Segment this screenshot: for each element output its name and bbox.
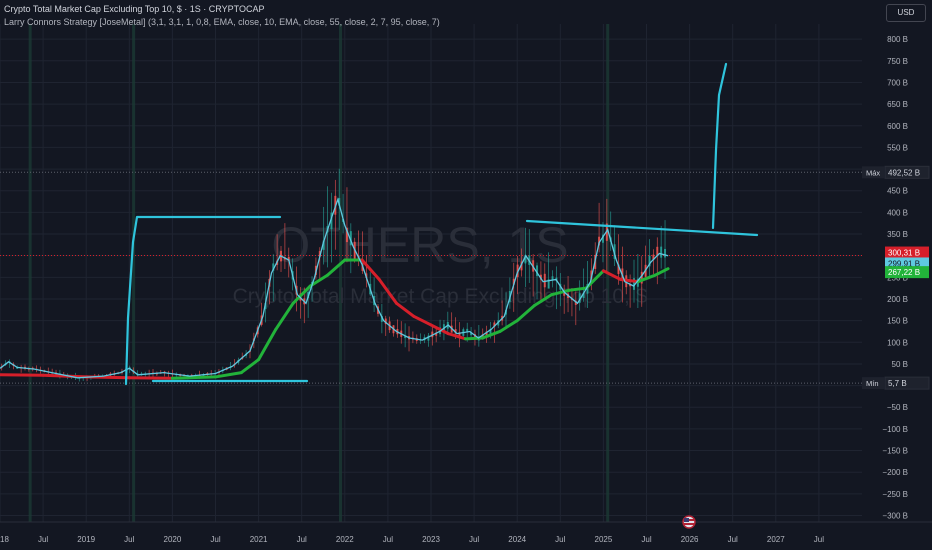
candle-body — [543, 273, 546, 288]
x-tick-label: 2022 — [336, 535, 354, 544]
y-tick-label: 200 B — [887, 295, 908, 304]
y-tick-label: 750 B — [887, 57, 908, 66]
y-tick-label: 800 B — [887, 35, 908, 44]
signal-column — [132, 24, 136, 522]
y-tick-label: 550 B — [887, 143, 908, 152]
ema-slow-label: 267,22 B — [888, 268, 920, 277]
chart-root: OTHERS, 1S Crypto Total Market Cap Exclud… — [0, 0, 932, 550]
event-flag-canton — [684, 518, 689, 522]
x-tick-label: Jul — [555, 535, 565, 544]
y-tick-label: 650 B — [887, 100, 908, 109]
y-tick-label: 700 B — [887, 78, 908, 87]
price-chart[interactable]: OTHERS, 1SCrypto Total Market Cap Exclud… — [0, 0, 932, 550]
y-tick-label: 100 B — [887, 338, 908, 347]
max-label-tag: Máx — [866, 168, 880, 177]
y-tick-label: 150 B — [887, 317, 908, 326]
y-tick-label: 450 B — [887, 187, 908, 196]
current-price-label: 300,31 B — [888, 249, 920, 258]
x-tick-label: 2023 — [422, 535, 440, 544]
min-label-tag: Mín — [866, 379, 879, 388]
ema-slow-segment — [463, 336, 485, 341]
y-tick-label: −300 B — [882, 512, 908, 521]
x-tick-label: Jul — [814, 535, 824, 544]
chart-header: Crypto Total Market Cap Excluding Top 10… — [4, 3, 440, 29]
y-tick-label: 400 B — [887, 208, 908, 217]
max-label: 492,52 B — [888, 168, 920, 177]
signal-column — [28, 24, 32, 522]
x-tick-label: 2027 — [767, 535, 785, 544]
x-tick-label: 2018 — [0, 535, 9, 544]
x-tick-label: Jul — [124, 535, 134, 544]
y-tick-label: 50 B — [892, 360, 908, 369]
x-tick-label: 2019 — [77, 535, 95, 544]
x-tick-label: Jul — [728, 535, 738, 544]
y-tick-label: −150 B — [882, 447, 908, 456]
x-tick-label: 2024 — [508, 535, 526, 544]
y-tick-label: −100 B — [882, 425, 908, 434]
signal-column — [338, 24, 342, 522]
y-tick-label: −50 B — [887, 403, 908, 412]
x-tick-label: 2021 — [250, 535, 268, 544]
y-tick-label: −200 B — [882, 468, 908, 477]
x-tick-label: Jul — [210, 535, 220, 544]
candle-body — [660, 246, 663, 258]
x-tick-label: 2020 — [164, 535, 182, 544]
x-tick-label: Jul — [469, 535, 479, 544]
y-tick-label: 600 B — [887, 122, 908, 131]
y-tick-label: 350 B — [887, 230, 908, 239]
x-tick-label: Jul — [297, 535, 307, 544]
min-label: 5,7 B — [888, 379, 907, 388]
ema-slow-segment — [170, 375, 217, 380]
candle-body — [664, 248, 667, 258]
x-tick-label: Jul — [641, 535, 651, 544]
currency-button[interactable]: USD — [886, 4, 926, 22]
event-flag-stripe — [684, 523, 694, 525]
x-tick-label: Jul — [38, 535, 48, 544]
x-tick-label: 2025 — [595, 535, 613, 544]
x-tick-label: Jul — [383, 535, 393, 544]
x-tick-label: 2026 — [681, 535, 699, 544]
y-tick-label: −250 B — [882, 490, 908, 499]
symbol-title[interactable]: Crypto Total Market Cap Excluding Top 10… — [4, 3, 440, 16]
indicator-legend[interactable]: Larry Connors Strategy [JoseMetal] (3,1,… — [4, 16, 440, 29]
